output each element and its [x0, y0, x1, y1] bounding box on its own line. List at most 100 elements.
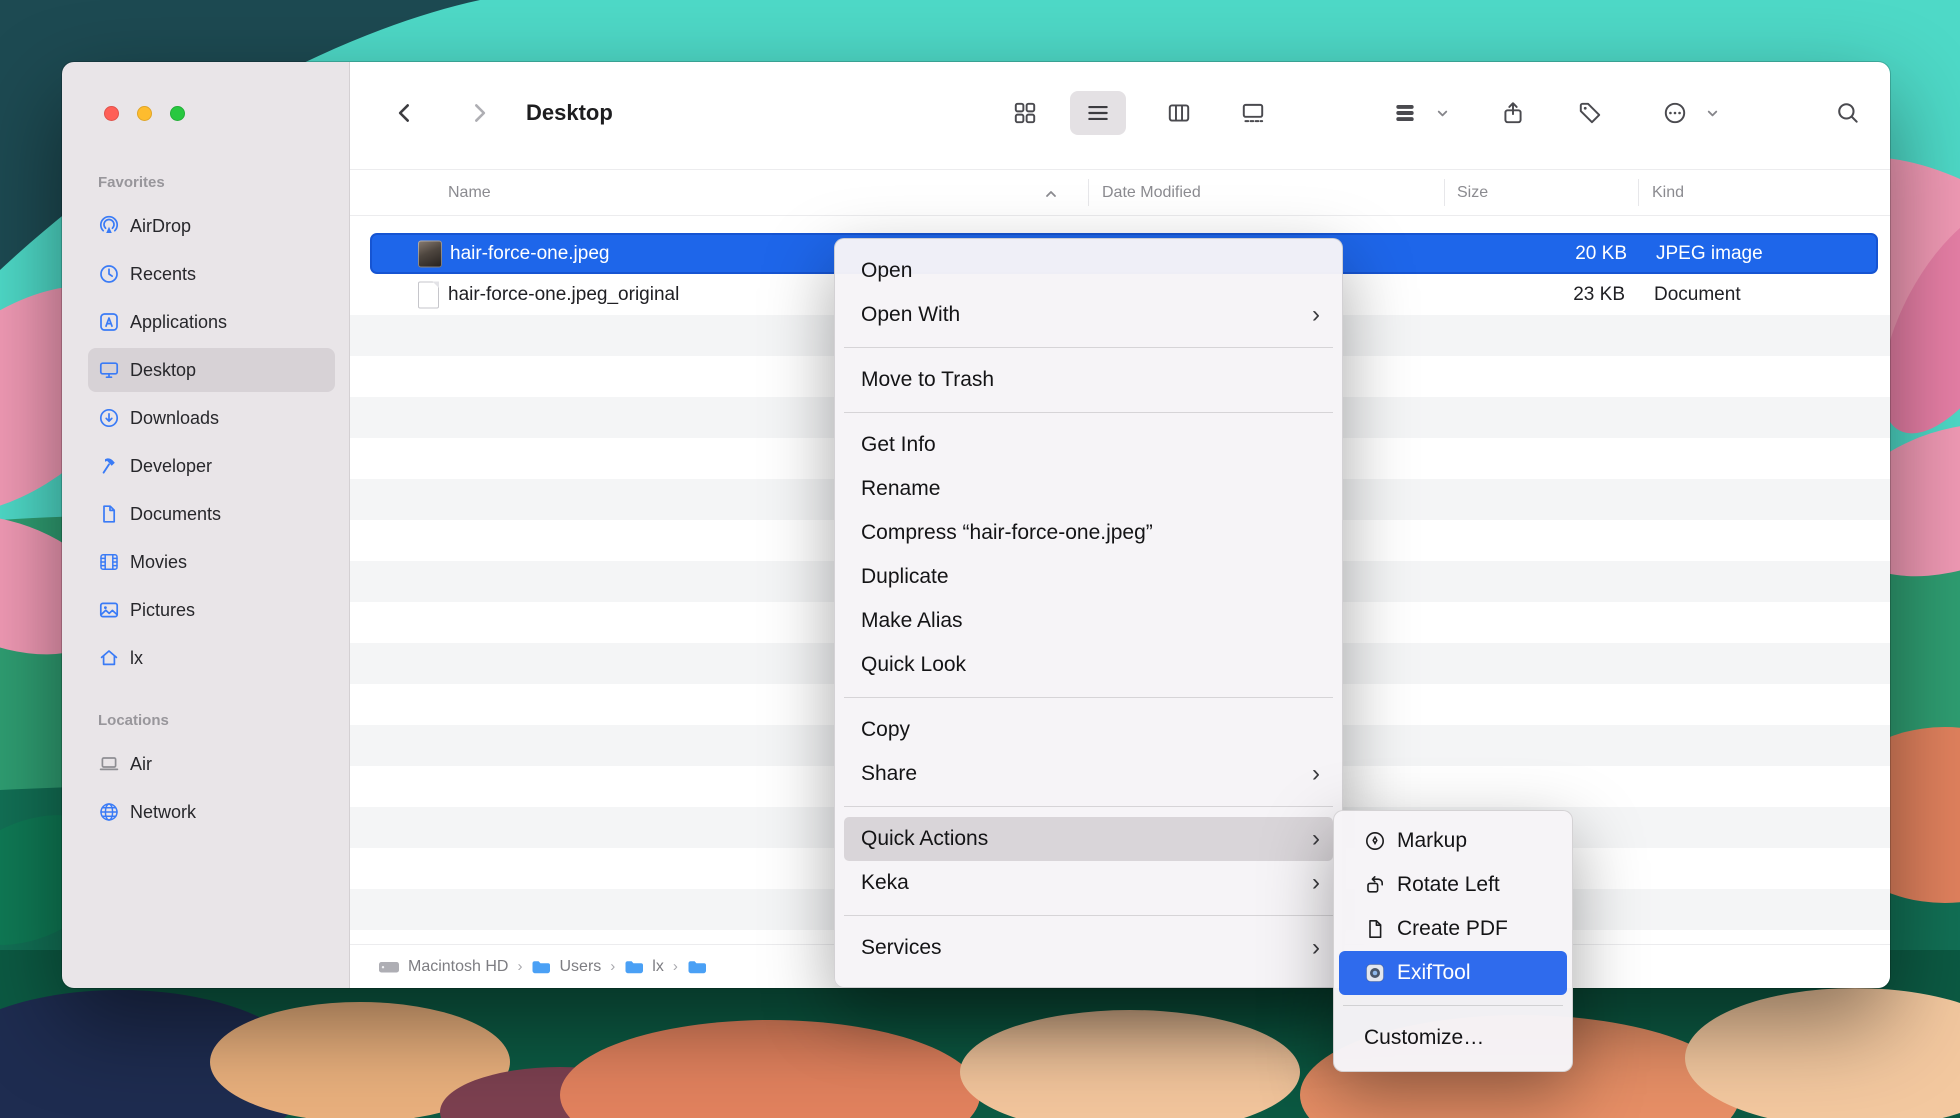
menu-item-open[interactable]: Open — [844, 249, 1333, 293]
menu-separator — [844, 347, 1333, 348]
sidebar-item-recents[interactable]: Recents — [88, 252, 335, 296]
sidebar-item-label: Movies — [130, 552, 187, 573]
submenu-item-label: Rotate Left — [1397, 873, 1500, 897]
more-options-button[interactable] — [1653, 91, 1697, 135]
menu-item-services[interactable]: Services› — [844, 926, 1333, 970]
zoom-window-button[interactable] — [170, 106, 185, 121]
path-separator: › — [673, 958, 678, 975]
sidebar-item-pictures[interactable]: Pictures — [88, 588, 335, 632]
column-header-row: Name Date Modified Size Kind — [350, 169, 1890, 216]
menu-item-label: Make Alias — [861, 609, 963, 633]
submenu-item-label: Markup — [1397, 829, 1467, 853]
create-pdf-icon — [1364, 918, 1386, 940]
submenu-item-markup[interactable]: Markup — [1339, 819, 1567, 863]
forward-button[interactable] — [457, 91, 501, 135]
window-title: Desktop — [526, 91, 613, 135]
submenu-item-customize[interactable]: Customize… — [1339, 1016, 1567, 1060]
menu-item-quick-actions[interactable]: Quick Actions › — [844, 817, 1333, 861]
sidebar: Favorites AirDrop Recents Applications — [62, 62, 350, 988]
path-item-partial[interactable] — [687, 959, 715, 975]
menu-item-duplicate[interactable]: Duplicate — [844, 555, 1333, 599]
column-view-button[interactable] — [1157, 91, 1201, 135]
menu-item-label: Move to Trash — [861, 368, 994, 392]
exiftool-icon — [1364, 962, 1386, 984]
sidebar-item-lx[interactable]: lx — [88, 636, 335, 680]
menu-item-quick-look[interactable]: Quick Look — [844, 643, 1333, 687]
window-controls — [104, 106, 185, 121]
menu-item-rename[interactable]: Rename — [844, 467, 1333, 511]
submenu-item-create-pdf[interactable]: Create PDF — [1339, 907, 1567, 951]
close-window-button[interactable] — [104, 106, 119, 121]
path-item-lx[interactable]: lx — [624, 958, 664, 976]
menu-item-label: Quick Actions — [861, 827, 988, 851]
column-header-name[interactable]: Name — [448, 170, 491, 215]
submenu-item-exiftool[interactable]: ExifTool — [1339, 951, 1567, 995]
jpeg-thumbnail-icon — [418, 240, 442, 267]
menu-separator — [1343, 1005, 1563, 1006]
path-item-label: lx — [652, 958, 664, 976]
file-size: 20 KB — [1450, 243, 1627, 265]
sidebar-item-label: Recents — [130, 264, 196, 285]
list-view-button[interactable] — [1070, 91, 1126, 135]
tag-button[interactable] — [1568, 91, 1612, 135]
sidebar-section-title: Locations — [62, 712, 349, 742]
column-header-size[interactable]: Size — [1457, 170, 1488, 215]
menu-item-copy[interactable]: Copy — [844, 708, 1333, 752]
share-button[interactable] — [1491, 91, 1535, 135]
search-button[interactable] — [1826, 91, 1870, 135]
sidebar-item-downloads[interactable]: Downloads — [88, 396, 335, 440]
menu-item-open-with[interactable]: Open With› — [844, 293, 1333, 337]
hammer-icon — [98, 455, 120, 477]
sidebar-item-applications[interactable]: Applications — [88, 300, 335, 344]
sort-ascending-icon[interactable] — [1044, 187, 1058, 205]
context-menu: Open Open With› Move to Trash Get Info R… — [834, 238, 1343, 988]
column-divider[interactable] — [1638, 179, 1639, 206]
menu-item-keka[interactable]: Keka› — [844, 861, 1333, 905]
markup-icon — [1364, 830, 1386, 852]
sidebar-item-network[interactable]: Network — [88, 790, 335, 834]
icon-view-button[interactable] — [1003, 91, 1047, 135]
sidebar-item-desktop[interactable]: Desktop — [88, 348, 335, 392]
folder-icon — [687, 959, 707, 975]
sidebar-item-developer[interactable]: Developer — [88, 444, 335, 488]
group-button[interactable] — [1383, 91, 1427, 135]
menu-item-make-alias[interactable]: Make Alias — [844, 599, 1333, 643]
menu-item-get-info[interactable]: Get Info — [844, 423, 1333, 467]
sidebar-item-label: Air — [130, 754, 152, 775]
submenu-chevron-icon: › — [1312, 303, 1320, 327]
document-icon — [98, 503, 120, 525]
group-chevron-down-icon[interactable] — [1432, 91, 1452, 135]
submenu-item-label: Create PDF — [1397, 917, 1508, 941]
sidebar-item-movies[interactable]: Movies — [88, 540, 335, 584]
submenu-item-label: Customize… — [1364, 1026, 1484, 1050]
quick-actions-submenu: Markup Rotate Left Create PDF ExifTool C… — [1333, 810, 1573, 1072]
downloads-icon — [98, 407, 120, 429]
sidebar-section-locations: Locations Air Network — [62, 712, 349, 834]
path-item-macintosh-hd[interactable]: Macintosh HD — [378, 958, 508, 976]
sidebar-item-airdrop[interactable]: AirDrop — [88, 204, 335, 248]
more-chevron-down-icon[interactable] — [1702, 91, 1722, 135]
column-header-date-modified[interactable]: Date Modified — [1102, 170, 1201, 215]
menu-item-label: Compress “hair-force-one.jpeg” — [861, 521, 1153, 545]
menu-item-label: Copy — [861, 718, 910, 742]
menu-item-share[interactable]: Share› — [844, 752, 1333, 796]
file-kind: Document — [1654, 284, 1741, 306]
menu-item-move-to-trash[interactable]: Move to Trash — [844, 358, 1333, 402]
path-item-users[interactable]: Users — [531, 958, 601, 976]
sidebar-item-air[interactable]: Air — [88, 742, 335, 786]
column-divider[interactable] — [1088, 179, 1089, 206]
column-header-kind[interactable]: Kind — [1652, 170, 1684, 215]
column-divider[interactable] — [1444, 179, 1445, 206]
back-button[interactable] — [383, 91, 427, 135]
desktop-icon — [98, 359, 120, 381]
submenu-chevron-icon: › — [1312, 827, 1320, 851]
sidebar-item-label: Documents — [130, 504, 221, 525]
minimize-window-button[interactable] — [137, 106, 152, 121]
gallery-view-button[interactable] — [1231, 91, 1275, 135]
menu-item-compress[interactable]: Compress “hair-force-one.jpeg” — [844, 511, 1333, 555]
film-icon — [98, 551, 120, 573]
sidebar-item-label: Network — [130, 802, 196, 823]
submenu-item-rotate-left[interactable]: Rotate Left — [1339, 863, 1567, 907]
sidebar-item-documents[interactable]: Documents — [88, 492, 335, 536]
path-item-label: Macintosh HD — [408, 958, 508, 976]
